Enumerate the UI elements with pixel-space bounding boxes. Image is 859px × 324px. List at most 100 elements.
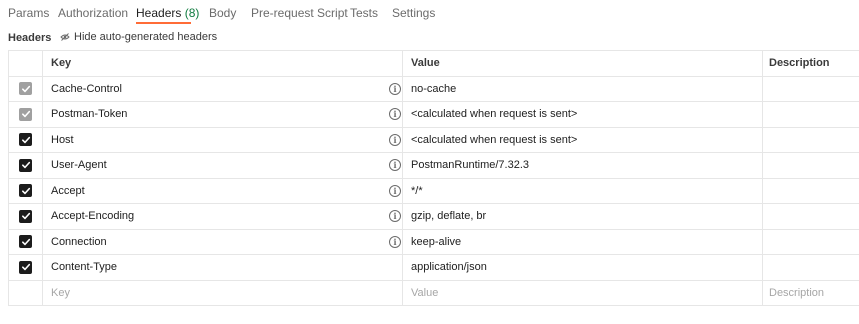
row-checkbox-cell: [9, 229, 43, 254]
checkmark-icon: [21, 238, 30, 245]
row-enabled-checkbox[interactable]: [19, 209, 32, 223]
tab-tests[interactable]: Tests: [350, 6, 378, 20]
header-description-cell[interactable]: [763, 102, 859, 127]
headers-section-title: Headers: [8, 32, 52, 44]
hide-auto-generated-headers-toggle[interactable]: Hide auto-generated headers: [60, 31, 217, 43]
header-key: Accept-Encoding: [51, 210, 135, 223]
new-value-input[interactable]: Value: [403, 280, 763, 305]
row-checkbox-cell: [9, 204, 43, 229]
checkmark-icon: [21, 111, 30, 118]
row-enabled-checkbox[interactable]: [19, 158, 32, 172]
row-checkbox-cell: [9, 178, 43, 203]
header-value-cell[interactable]: <calculated when request is sent>: [403, 127, 763, 152]
tab-authorization[interactable]: Authorization: [58, 6, 128, 20]
active-tab-indicator: [136, 22, 191, 24]
header-description-cell[interactable]: [763, 179, 859, 204]
header-key-cell[interactable]: Accept i: [43, 178, 403, 203]
hide-auto-generated-headers-label: Hide auto-generated headers: [74, 31, 218, 43]
header-description-cell[interactable]: [763, 128, 859, 153]
tab-pre-request-script[interactable]: Pre-request Script: [251, 6, 348, 20]
tab-headers-count: (8): [184, 6, 200, 20]
header-value: <calculated when request is sent>: [411, 108, 578, 121]
header-key: Connection: [51, 235, 107, 248]
header-key-cell[interactable]: Accept-Encoding i: [43, 204, 403, 229]
info-icon[interactable]: i: [389, 108, 401, 120]
checkmark-icon: [21, 213, 30, 220]
row-enabled-checkbox[interactable]: [19, 235, 32, 249]
row-enabled-checkbox[interactable]: [19, 260, 32, 274]
header-key: Cache-Control: [51, 82, 122, 95]
header-key-cell[interactable]: Postman-Token i: [43, 102, 403, 127]
row-enabled-checkbox[interactable]: [19, 82, 32, 96]
row-enabled-checkbox[interactable]: [19, 184, 32, 198]
header-key-cell[interactable]: User-Agent i: [43, 153, 403, 178]
headers-subbar: Headers Hide auto-generated headers: [0, 28, 859, 48]
tab-settings-label: Settings: [392, 6, 436, 20]
tab-params-label: Params: [8, 6, 50, 20]
row-enabled-checkbox[interactable]: [19, 133, 32, 147]
info-icon[interactable]: i: [389, 235, 401, 248]
header-value-cell[interactable]: PostmanRuntime/7.32.3: [403, 153, 763, 178]
header-value-cell[interactable]: <calculated when request is sent>: [403, 102, 763, 127]
info-icon[interactable]: i: [389, 210, 401, 222]
header-description-cell[interactable]: [763, 77, 859, 102]
header-key: User-Agent: [51, 159, 107, 172]
header-value: gzip, deflate, br: [411, 210, 487, 223]
table-row: Postman-Token i <calculated when request i…: [9, 102, 859, 128]
header-value: PostmanRuntime/7.32.3: [411, 159, 530, 172]
header-description-cell[interactable]: [763, 230, 859, 255]
tab-tests-label: Tests: [350, 6, 379, 20]
table-row: Content-Type application/json: [9, 255, 859, 281]
column-header-key: Key: [43, 51, 403, 76]
row-checkbox-cell: [9, 76, 43, 101]
header-key: Accept: [51, 184, 85, 197]
header-value: no-cache: [411, 82, 457, 95]
tab-body[interactable]: Body: [209, 6, 236, 20]
info-icon[interactable]: i: [389, 159, 401, 171]
info-icon[interactable]: i: [389, 184, 401, 197]
checkmark-icon: [21, 136, 30, 143]
header-key-cell[interactable]: Cache-Control i: [43, 76, 403, 101]
checkmark-icon: [21, 85, 30, 92]
table-row: Connection i keep-alive: [9, 229, 859, 255]
checkmark-icon: [21, 187, 30, 194]
info-icon[interactable]: i: [389, 82, 401, 95]
tab-headers-label: Headers: [136, 6, 182, 20]
header-key-cell[interactable]: Connection i: [43, 229, 403, 254]
table-row: Accept i */*: [9, 178, 859, 204]
table-row: Cache-Control i no-cache: [9, 76, 859, 102]
header-description-cell[interactable]: [763, 255, 859, 280]
table-row: Accept-Encoding i gzip, deflate, br: [9, 204, 859, 230]
header-key: Host: [51, 133, 74, 146]
new-header-row: Key Value Description: [9, 280, 859, 306]
table-row: Host i <calculated when request is sent>: [9, 127, 859, 153]
header-key: Postman-Token: [51, 108, 128, 121]
tab-settings[interactable]: Settings: [392, 6, 435, 20]
header-key-cell[interactable]: Host i: [43, 127, 403, 152]
row-checkbox-cell: [9, 255, 43, 280]
new-key-input[interactable]: Key: [43, 280, 403, 305]
table-header-row: Key Value Description: [9, 51, 859, 77]
info-icon[interactable]: i: [389, 133, 401, 146]
row-checkbox-cell: [9, 153, 43, 178]
header-value-cell[interactable]: gzip, deflate, br: [403, 204, 763, 229]
tab-headers[interactable]: Headers (8): [136, 6, 199, 20]
tab-pre-request-script-label: Pre-request Script: [251, 6, 348, 20]
tab-params[interactable]: Params: [8, 6, 49, 20]
row-checkbox-cell: [9, 102, 43, 127]
header-value-cell[interactable]: no-cache: [403, 76, 763, 101]
header-key: Content-Type: [51, 261, 118, 274]
row-enabled-checkbox[interactable]: [19, 107, 32, 121]
tab-body-label: Body: [209, 6, 237, 20]
header-description-cell[interactable]: [763, 204, 859, 229]
header-value-cell[interactable]: keep-alive: [403, 229, 763, 254]
eye-off-icon: [60, 33, 70, 41]
new-description-input[interactable]: Description: [763, 281, 859, 306]
header-value: application/json: [411, 261, 487, 274]
header-description-cell[interactable]: [763, 153, 859, 178]
column-header-value: Value: [403, 51, 763, 76]
row-checkbox-cell: [9, 127, 43, 152]
header-value-cell[interactable]: */*: [403, 178, 763, 203]
header-value-cell[interactable]: application/json: [403, 255, 763, 280]
header-key-cell[interactable]: Content-Type: [43, 255, 403, 280]
